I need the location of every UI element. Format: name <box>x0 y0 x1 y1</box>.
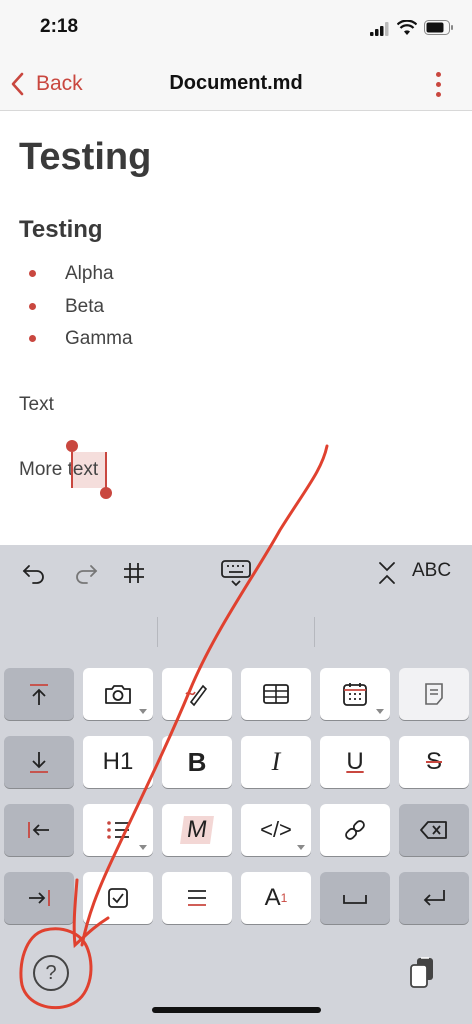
move-down-button[interactable] <box>4 736 74 788</box>
space-button[interactable] <box>320 872 390 924</box>
outdent-button[interactable] <box>4 804 74 856</box>
list-item[interactable]: Gamma <box>65 328 133 350</box>
date-button[interactable] <box>320 668 390 720</box>
pen-scribble-icon <box>185 684 208 707</box>
move-to-top-button[interactable] <box>4 668 74 720</box>
redo-icon <box>76 565 98 584</box>
selection-start-caret <box>71 452 73 488</box>
camera-icon <box>105 685 131 704</box>
bulleted-list-icon <box>107 821 129 839</box>
link-icon <box>345 820 365 840</box>
clipboard-button[interactable] <box>402 952 442 994</box>
align-button[interactable] <box>162 872 232 924</box>
return-icon <box>423 890 445 906</box>
dropdown-indicator <box>376 709 384 714</box>
selection-end-handle[interactable] <box>100 487 112 499</box>
dropdown-indicator <box>297 845 305 850</box>
list-item[interactable]: Alpha <box>65 263 114 285</box>
dropdown-indicator <box>139 845 147 850</box>
hide-keyboard-button[interactable] <box>218 558 254 588</box>
checkbox-button[interactable] <box>83 872 153 924</box>
arrow-up-to-top-icon <box>30 684 48 705</box>
undo-icon <box>22 565 44 584</box>
document-title: Document.md <box>169 72 303 94</box>
template-button[interactable] <box>399 668 469 720</box>
clipboard-icon <box>410 957 433 988</box>
list-bullet <box>29 270 36 277</box>
document-heading-2[interactable]: Testing <box>19 216 103 244</box>
suggestion-divider <box>157 617 158 647</box>
align-lines-icon <box>188 890 206 906</box>
indent-icon <box>29 890 50 906</box>
underline-button[interactable]: U <box>320 736 390 788</box>
paragraph-more-text[interactable]: More text <box>19 459 98 481</box>
undo-button[interactable] <box>18 558 50 588</box>
return-button[interactable] <box>399 872 469 924</box>
home-indicator <box>152 1007 321 1013</box>
hashtag-icon <box>124 563 144 583</box>
battery-icon <box>424 20 453 35</box>
list-bullet <box>29 335 36 342</box>
keyboard-icon <box>221 560 251 587</box>
italic-button[interactable]: I <box>241 736 311 788</box>
font-size-label: A <box>264 884 281 911</box>
indent-button[interactable] <box>4 872 74 924</box>
camera-button[interactable] <box>83 668 153 720</box>
list-bullet <box>29 303 36 310</box>
help-button[interactable]: ? <box>33 955 69 991</box>
mark-label: M <box>180 816 214 844</box>
code-label: </> <box>260 817 292 842</box>
backspace-icon <box>420 821 447 839</box>
paragraph-text[interactable]: Text <box>19 394 54 416</box>
more-icon <box>436 72 441 77</box>
sketch-button[interactable] <box>162 668 232 720</box>
collapse-toolbar-button[interactable] <box>372 558 402 588</box>
dropdown-indicator <box>139 709 147 714</box>
outdent-icon <box>28 822 49 838</box>
code-button[interactable]: </> <box>241 804 311 856</box>
more-options-button[interactable] <box>426 66 452 102</box>
document-heading-1[interactable]: Testing <box>19 136 151 179</box>
selection-end-caret <box>105 452 107 488</box>
font-size-superscript: 1 <box>280 891 288 905</box>
link-button[interactable] <box>320 804 390 856</box>
note-icon <box>425 683 443 705</box>
selection-start-handle[interactable] <box>66 440 78 452</box>
list-item[interactable]: Beta <box>65 296 104 318</box>
signal-icon <box>370 22 389 36</box>
checkbox-icon <box>108 888 128 908</box>
space-icon <box>343 895 367 904</box>
table-button[interactable] <box>241 668 311 720</box>
suggestion-divider <box>314 617 315 647</box>
delete-button[interactable] <box>399 804 469 856</box>
arrow-down-icon <box>30 752 48 773</box>
more-icon-dot <box>436 82 441 87</box>
spellcheck-button[interactable]: ABC <box>412 560 451 582</box>
navigation-bar: Back Document.md <box>0 58 472 111</box>
paragraph-prefix: More <box>19 459 68 480</box>
heading-button[interactable]: H1 <box>83 736 153 788</box>
list-button[interactable] <box>83 804 153 856</box>
status-bar: 2:18 <box>0 0 472 58</box>
collapse-icon <box>379 562 395 584</box>
bold-button[interactable]: B <box>162 736 232 788</box>
highlight-button[interactable]: M <box>162 804 232 856</box>
status-time: 2:18 <box>40 16 79 37</box>
redo-button[interactable] <box>70 558 102 588</box>
calendar-icon <box>343 683 367 706</box>
question-mark-icon: ? <box>45 961 57 984</box>
font-size-button[interactable]: A1 <box>241 872 311 924</box>
wifi-icon <box>397 20 417 35</box>
hashtag-button[interactable] <box>118 558 150 588</box>
table-icon <box>263 684 289 704</box>
strikethrough-button[interactable]: S <box>399 736 469 788</box>
more-icon-dot <box>436 92 441 97</box>
